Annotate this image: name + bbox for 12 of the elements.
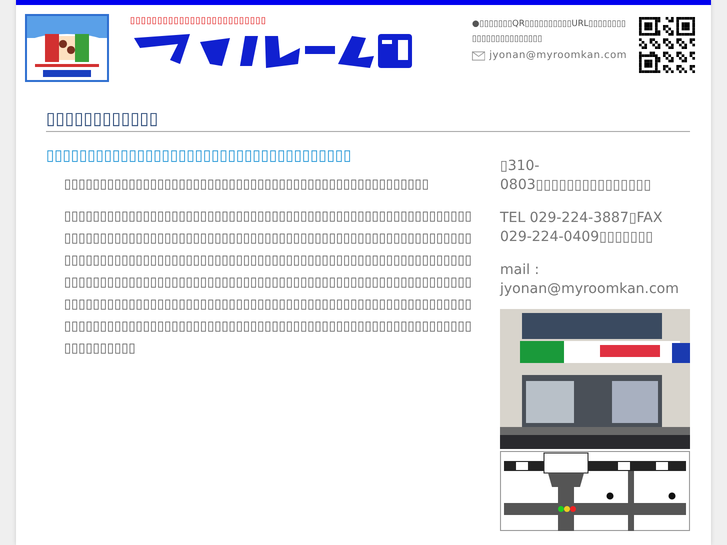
address-text: ▯310-0803▯▯▯▯▯▯▯▯▯▯▯▯▯▯▯ bbox=[500, 157, 652, 195]
mail-text: mail : jyonan@myroomkan.com bbox=[500, 261, 680, 299]
notice-text: ●▯▯▯▯▯▯▯QR▯▯▯▯▯▯▯▯▯▯URL▯▯▯▯▯▯▯▯▯▯▯▯▯▯▯▯▯▯▯▯▯▯▯ bbox=[472, 18, 627, 46]
subheading: ▯▯▯▯▯▯▯▯▯▯▯▯▯▯▯▯▯▯▯▯▯▯▯▯▯▯▯▯▯▯▯▯▯▯▯▯▯ bbox=[46, 146, 352, 164]
page-heading: ▯▯▯▯▯▯▯▯▯▯▯▯ bbox=[46, 109, 690, 132]
paragraph: ▯▯▯▯▯▯▯▯▯▯▯▯▯▯▯▯▯▯▯▯▯▯▯▯▯▯▯▯▯▯▯▯▯▯▯▯▯▯▯▯▯▯▯▯▯▯▯▯▯▯▯▯▯▯▯▯▯▯▯▯▯▯▯▯▯▯▯▯▯▯▯▯▯▯▯▯▯▯▯▯▯▯▯▯▯▯▯▯▯▯▯▯▯▯▯▯▯▯▯▯▯▯▯▯▯▯▯▯▯▯▯▯▯▯▯▯▯▯▯▯▯▯▯▯▯▯▯▯▯▯▯▯▯▯▯▯▯▯▯▯▯▯▯▯▯▯▯▯▯▯▯▯▯▯▯▯▯▯▯▯▯▯▯▯▯▯▯▯▯▯▯▯▯▯▯▯▯▯▯▯▯▯▯▯▯▯▯▯▯▯▯▯▯▯▯▯▯▯▯▯▯▯▯▯▯▯▯▯▯▯▯▯▯▯▯▯▯▯▯▯▯▯▯▯▯▯▯▯▯▯▯▯▯▯▯▯▯▯▯▯▯▯▯▯▯▯▯▯▯▯▯▯▯▯▯▯▯▯▯▯▯▯▯▯▯▯▯▯▯▯▯▯▯▯▯▯▯▯▯▯▯▯▯▯▯▯▯▯▯▯▯▯▯▯▯▯▯▯▯▯▯▯▯▯▯▯▯▯▯▯▯▯▯▯▯▯▯▯▯▯▯▯▯▯▯▯▯▯▯▯▯▯▯▯▯▯▯▯▯▯▯▯▯▯▯▯▯▯▯▯▯▯ bbox=[63, 208, 473, 358]
paragraph: ▯▯▯▯▯▯▯▯▯▯▯▯▯▯▯▯▯▯▯▯▯▯▯▯▯▯▯▯▯▯▯▯▯▯▯▯▯▯▯▯▯▯▯▯▯▯▯▯▯▯▯ bbox=[63, 176, 430, 194]
envelope-icon bbox=[472, 50, 486, 60]
qr-code-icon bbox=[639, 17, 695, 73]
phone-text: TEL 029-224-3887▯FAX 029-224-0409▯▯▯▯▯▯▯ bbox=[500, 209, 664, 247]
tagline: ▯▯▯▯▯▯▯▯▯▯▯▯▯▯▯▯▯▯▯▯▯▯▯▯▯ bbox=[130, 16, 268, 26]
email-link[interactable]: jyonan@myroomkan.com bbox=[489, 50, 627, 61]
